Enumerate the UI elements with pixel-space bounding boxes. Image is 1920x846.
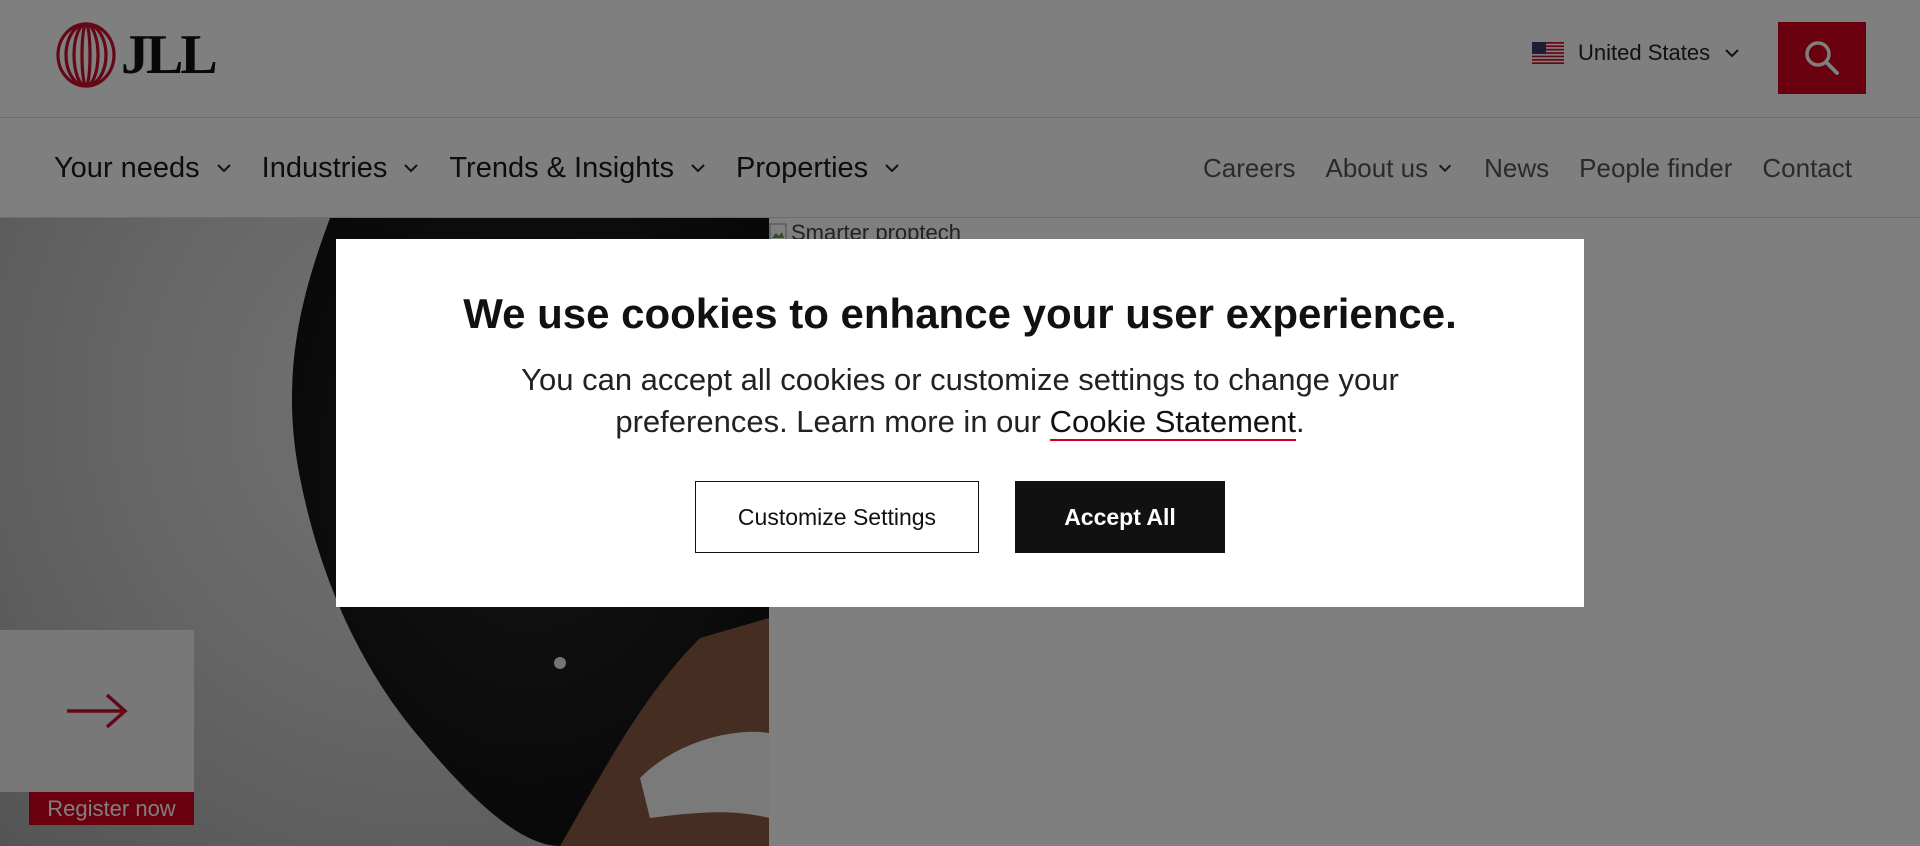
cookie-dialog-text: You can accept all cookies or customize …	[510, 359, 1410, 443]
cookie-dialog-title: We use cookies to enhance your user expe…	[463, 290, 1457, 337]
cookie-dialog-actions: Customize Settings Accept All	[336, 481, 1584, 553]
cookie-text-end: .	[1296, 404, 1305, 440]
accept-all-button[interactable]: Accept All	[1015, 481, 1225, 553]
customize-settings-button[interactable]: Customize Settings	[695, 481, 979, 553]
cookie-consent-dialog: We use cookies to enhance your user expe…	[336, 239, 1584, 607]
cookie-statement-link[interactable]: Cookie Statement	[1049, 404, 1297, 442]
